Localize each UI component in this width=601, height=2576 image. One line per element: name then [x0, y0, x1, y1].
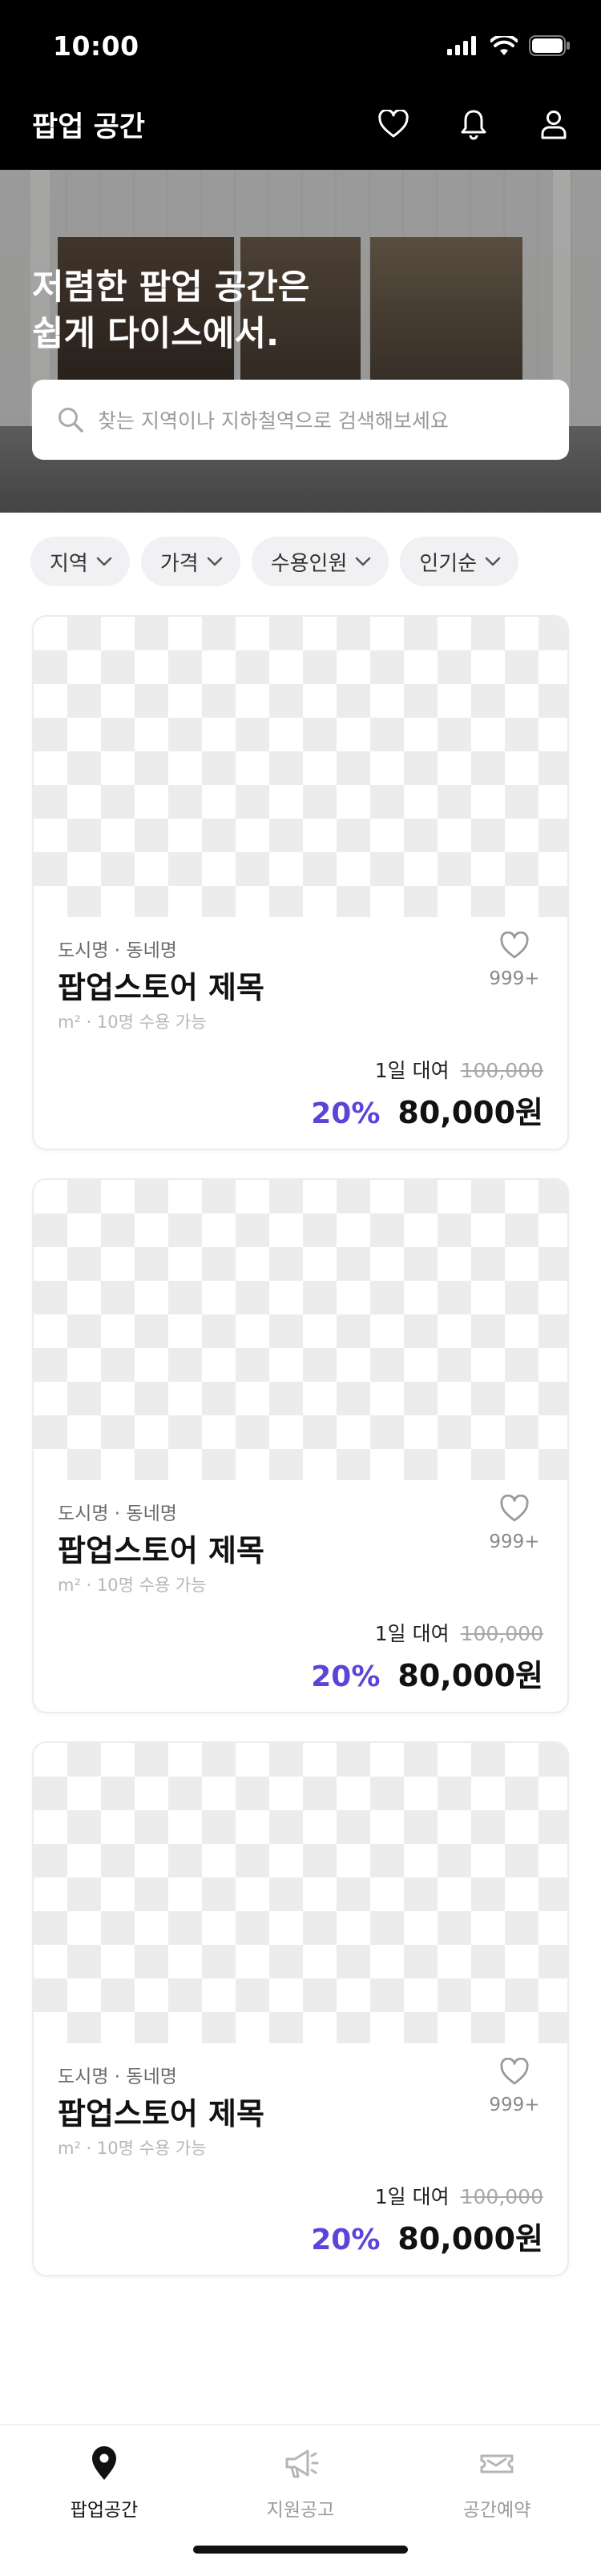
like-button[interactable]: 999+ [482, 2057, 547, 2115]
nav-label: 공간예약 [462, 2500, 531, 2521]
listing-location: 도시명 · 동네명 [58, 1503, 177, 1524]
filter-price[interactable]: 가격 [140, 537, 240, 586]
rental-price-info: 1일 대여 100,000 [375, 2181, 543, 2210]
listing-card[interactable]: 도시명 · 동네명 팝업스토어 제목 m² · 10명 수용 가능 999+ 1… [32, 1741, 569, 2276]
nav-label: 팝업공간 [70, 2500, 139, 2521]
hero-headline: 저렴한 팝업 공간은 쉽게 다이스에서. [32, 268, 310, 354]
nav-item-announcements[interactable]: 지원공고 [200, 2445, 401, 2522]
page-title: 팝업 공간 [32, 111, 145, 143]
filter-label: 인기순 [419, 551, 478, 576]
sale-price: 80,000원 [397, 2221, 543, 2256]
listing-card[interactable]: 도시명 · 동네명 팝업스토어 제목 m² · 10명 수용 가능 999+ 1… [32, 1178, 569, 1713]
wifi-icon [490, 36, 518, 55]
status-time: 10:00 [53, 30, 139, 62]
app-bar: 팝업 공간 [0, 80, 601, 170]
original-price: 100,000 [460, 1622, 543, 1645]
search-input[interactable]: 찾는 지역이나 지하철역으로 검색해보세요 [32, 380, 569, 460]
price-row: 20% 80,000원 [311, 1651, 543, 1695]
nav-label: 지원공고 [266, 2500, 335, 2521]
discount-rate: 20% [311, 1660, 381, 1693]
listing-image-placeholder [34, 1180, 567, 1480]
listing-location: 도시명 · 동네명 [58, 940, 177, 961]
chevron-down-icon [356, 557, 371, 566]
like-button[interactable]: 999+ [482, 931, 547, 989]
like-count: 999+ [489, 2095, 540, 2115]
like-count: 999+ [489, 1532, 540, 1552]
nav-item-popup-spaces[interactable]: 팝업공간 [4, 2445, 204, 2522]
chevron-down-icon [96, 557, 112, 566]
listing-capacity: m² · 10명 수용 가능 [58, 1576, 207, 1595]
battery-icon [529, 35, 570, 56]
filter-label: 수용인원 [270, 551, 348, 576]
heart-icon [378, 110, 409, 138]
hero-banner: 저렴한 팝업 공간은 쉽게 다이스에서. 찾는 지역이나 지하철역으로 검색해보… [0, 170, 601, 513]
user-icon [541, 111, 567, 139]
listing-title: 팝업스토어 제목 [58, 970, 264, 1005]
price-row: 20% 80,000원 [311, 2214, 543, 2258]
megaphone-icon [285, 2449, 319, 2478]
filter-label: 지역 [50, 551, 88, 576]
bell-icon [461, 110, 486, 140]
like-button[interactable]: 999+ [482, 1494, 547, 1552]
profile-button[interactable] [534, 104, 574, 144]
listing-title: 팝업스토어 제목 [58, 2096, 264, 2131]
filter-label: 가격 [159, 551, 199, 576]
discount-rate: 20% [311, 2224, 381, 2256]
original-price: 100,000 [460, 1059, 543, 1082]
sale-price: 80,000원 [397, 1095, 543, 1130]
listing-location: 도시명 · 동네명 [58, 2067, 177, 2087]
rental-price-info: 1일 대여 100,000 [375, 1618, 543, 1647]
home-indicator [193, 2546, 408, 2554]
notification-button[interactable] [454, 104, 494, 144]
heart-icon [500, 1494, 529, 1522]
signal-icon [447, 36, 476, 55]
sale-price: 80,000원 [397, 1658, 543, 1693]
chevron-down-icon [485, 557, 501, 566]
filter-region[interactable]: 지역 [30, 537, 130, 586]
listing-capacity: m² · 10명 수용 가능 [58, 2139, 207, 2158]
filter-bar: 지역 가격 수용인원 인기순 [30, 537, 519, 586]
app-bar-actions [373, 104, 574, 144]
listing-image-placeholder [34, 617, 567, 917]
search-icon [58, 408, 83, 433]
status-icons [447, 35, 571, 56]
like-count: 999+ [489, 968, 540, 989]
status-bar: 10:00 [0, 0, 601, 80]
filter-sort[interactable]: 인기순 [400, 537, 519, 586]
chevron-down-icon [207, 557, 222, 566]
listing-image-placeholder [34, 1743, 567, 2043]
nav-item-reservations[interactable]: 공간예약 [397, 2445, 597, 2522]
discount-rate: 20% [311, 1097, 381, 1130]
listing-capacity: m² · 10명 수용 가능 [58, 1012, 207, 1032]
rental-period: 1일 대여 [374, 1059, 450, 1082]
heart-icon [500, 931, 529, 959]
original-price: 100,000 [460, 2185, 543, 2208]
rental-period: 1일 대여 [374, 2185, 450, 2208]
rental-period: 1일 대여 [374, 1622, 450, 1645]
heart-icon [500, 2057, 529, 2085]
ticket-icon [480, 2454, 514, 2473]
search-placeholder: 찾는 지역이나 지하철역으로 검색해보세요 [98, 409, 449, 433]
price-row: 20% 80,000원 [311, 1088, 543, 1132]
filter-capacity[interactable]: 수용인원 [251, 537, 389, 586]
wishlist-button[interactable] [373, 104, 413, 144]
rental-price-info: 1일 대여 100,000 [375, 1055, 543, 1084]
location-pin-icon [92, 2446, 116, 2480]
listing-title: 팝업스토어 제목 [58, 1533, 264, 1568]
listing-card[interactable]: 도시명 · 동네명 팝업스토어 제목 m² · 10명 수용 가능 999+ 1… [32, 615, 569, 1150]
